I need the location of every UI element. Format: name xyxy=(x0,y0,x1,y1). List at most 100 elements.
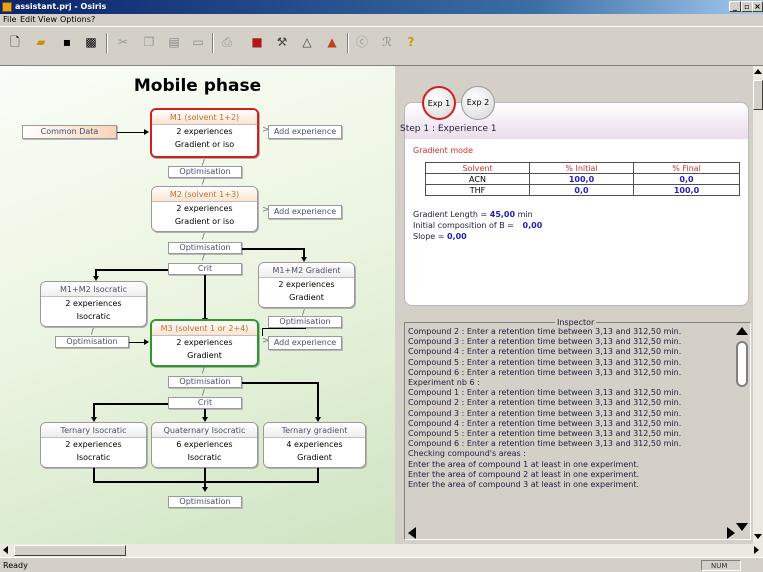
ternary-gradient-title: Ternary gradient xyxy=(264,423,365,438)
print-icon[interactable]: ⎙ xyxy=(218,33,236,51)
menu-help[interactable]: ? xyxy=(91,14,95,26)
optimisation-button[interactable]: Optimisation xyxy=(168,376,242,388)
ternary-isocratic-node[interactable]: Ternary Isocratic 2 experiences Isocrati… xyxy=(40,422,147,468)
vertical-scrollbar[interactable] xyxy=(753,66,763,544)
log-line: Compound 1 : Enter a retention time betw… xyxy=(408,388,682,398)
crit-button[interactable]: Crit xyxy=(168,397,242,409)
menu-edit[interactable]: Edit xyxy=(20,14,36,26)
ternary-isocratic-experiences: 2 experiences xyxy=(65,440,122,449)
horizontal-scrollbar[interactable] xyxy=(0,544,763,557)
inspector-scrollbar[interactable] xyxy=(736,327,748,531)
warning-icon[interactable]: ▲ xyxy=(323,33,341,51)
quaternary-isocratic-experiences: 6 experiences xyxy=(176,440,233,449)
menu-view[interactable]: View xyxy=(38,14,57,26)
new-file-icon[interactable]: 🗋 xyxy=(6,33,24,51)
m1m2-isocratic-node[interactable]: M1+M2 Isocratic 2 experiences Isocratic xyxy=(40,281,147,327)
m1m2-gradient-node[interactable]: M1+M2 Gradient 2 experiences Gradient xyxy=(258,262,355,308)
inspector-scroll-thumb[interactable] xyxy=(736,341,748,387)
scroll-down-icon[interactable] xyxy=(754,534,762,539)
close-button[interactable]: × xyxy=(752,1,763,12)
menu-file[interactable]: File xyxy=(3,14,16,26)
table-cell-input[interactable]: 100,0 xyxy=(529,173,634,185)
help-icon[interactable]: ? xyxy=(402,33,420,51)
vertical-scroll-thumb[interactable] xyxy=(753,80,763,110)
initial-composition-value[interactable]: 0,00 xyxy=(523,221,543,230)
step-label: Step 1 : Experience 1 xyxy=(400,124,497,134)
tab-exp-2[interactable]: Exp 2 xyxy=(461,86,495,120)
m3-experiences: 2 experiences xyxy=(176,338,233,347)
connector-tick: / xyxy=(202,253,205,262)
toolbar-separator xyxy=(212,33,214,53)
scroll-right-icon[interactable] xyxy=(754,546,759,554)
scroll-right-icon[interactable] xyxy=(727,527,735,539)
open-folder-icon[interactable]: ▰ xyxy=(32,33,50,51)
table-row: ACN 100,0 0,0 xyxy=(425,173,740,185)
m1m2-gradient-title: M1+M2 Gradient xyxy=(259,263,354,278)
horizontal-scroll-thumb[interactable] xyxy=(14,545,126,556)
connector xyxy=(317,468,319,482)
title-bar: assistant.prj - Osiris _ ▫ × xyxy=(0,0,763,14)
optimisation-button[interactable]: Optimisation xyxy=(168,166,242,178)
save-as-icon[interactable]: ▩ xyxy=(82,33,100,51)
table-cell-input[interactable]: 0,0 xyxy=(529,184,634,196)
connector xyxy=(262,328,263,336)
scroll-down-icon[interactable] xyxy=(736,523,748,531)
page-title: Mobile phase xyxy=(133,76,262,96)
arrow xyxy=(144,129,149,135)
slope-value[interactable]: 0,00 xyxy=(447,232,467,241)
gradient-length-value[interactable]: 45,00 xyxy=(490,210,515,219)
quaternary-isocratic-title: Quaternary Isocratic xyxy=(152,423,257,438)
optimisation-button[interactable]: Optimisation xyxy=(168,242,242,254)
log-line: Compound 6 : Enter a retention time betw… xyxy=(408,367,682,377)
book-icon[interactable]: ■ xyxy=(248,33,266,51)
gradient-length-unit: min xyxy=(517,210,533,219)
minimize-button[interactable]: _ xyxy=(729,1,741,12)
scroll-up-icon[interactable] xyxy=(736,327,748,335)
arrow xyxy=(202,487,208,492)
add-experience-button[interactable]: Add experience xyxy=(268,125,342,139)
inspector-panel[interactable]: Inspector Compound 2 : Enter a retention… xyxy=(404,318,751,540)
m3-node[interactable]: M3 (solvent 1 or 2+4) 2 experiences Grad… xyxy=(150,319,259,367)
chart-alt-icon[interactable]: ℛ xyxy=(378,33,396,51)
optimisation-button[interactable]: Optimisation xyxy=(268,316,342,328)
initial-composition-label: Initial composition of B = xyxy=(413,221,514,230)
quaternary-isocratic-node[interactable]: Quaternary Isocratic 6 experiences Isocr… xyxy=(151,422,258,468)
m1m2-gradient-experiences: 2 experiences xyxy=(278,280,335,289)
app-icon xyxy=(2,2,12,12)
table-cell: ACN xyxy=(425,173,530,185)
optimisation-button[interactable]: Optimisation xyxy=(168,496,242,508)
scroll-left-icon[interactable] xyxy=(3,546,8,554)
paste-icon[interactable]: ▤ xyxy=(165,33,183,51)
scroll-up-icon[interactable] xyxy=(754,69,762,74)
table-cell-input[interactable]: 0,0 xyxy=(633,173,740,185)
menu-options[interactable]: Options xyxy=(60,14,91,26)
tools-icon[interactable]: ⚒ xyxy=(273,33,291,51)
m1-mode: Gradient or iso xyxy=(174,140,235,149)
triangle-icon[interactable]: △ xyxy=(298,33,316,51)
cut-icon[interactable]: ✂ xyxy=(114,33,132,51)
optimisation-button[interactable]: Optimisation xyxy=(55,336,129,348)
connector xyxy=(96,269,168,271)
common-data-button[interactable]: Common Data xyxy=(22,125,117,139)
experiment-panel: Exp 1 Exp 2 Step 1 : Experience 1 Gradie… xyxy=(397,66,753,544)
inspector-log[interactable]: Compound 2 : Enter a retention time betw… xyxy=(408,327,728,490)
m1m2-isocratic-mode: Isocratic xyxy=(76,312,111,321)
add-experience-button[interactable]: Add experience xyxy=(268,205,342,219)
tab-exp-1[interactable]: Exp 1 xyxy=(422,86,456,120)
add-experience-button[interactable]: Add experience xyxy=(268,336,342,350)
table-cell-input[interactable]: 100,0 xyxy=(633,184,740,196)
log-line: Compound 3 : Enter a retention time betw… xyxy=(408,408,682,418)
m2-node[interactable]: M2 (solvent 1+3) 2 experiences Gradient … xyxy=(151,186,258,232)
copy-icon[interactable]: ❐ xyxy=(140,33,158,51)
m1m2-isocratic-experiences: 2 experiences xyxy=(65,299,122,308)
connector xyxy=(262,328,306,329)
scroll-left-icon[interactable] xyxy=(408,527,416,539)
save-icon[interactable]: ▪ xyxy=(58,33,76,51)
window-icon[interactable]: ▭ xyxy=(189,33,207,51)
ternary-gradient-node[interactable]: Ternary gradient 4 experiences Gradient xyxy=(263,422,366,468)
crit-button[interactable]: Crit xyxy=(168,263,242,275)
connector-tick: / xyxy=(202,366,205,375)
m2-title: M2 (solvent 1+3) xyxy=(152,187,257,202)
m1-node[interactable]: M1 (solvent 1+2) 2 experiences Gradient … xyxy=(150,108,259,158)
chart-icon[interactable]: ⓒ xyxy=(353,33,371,51)
